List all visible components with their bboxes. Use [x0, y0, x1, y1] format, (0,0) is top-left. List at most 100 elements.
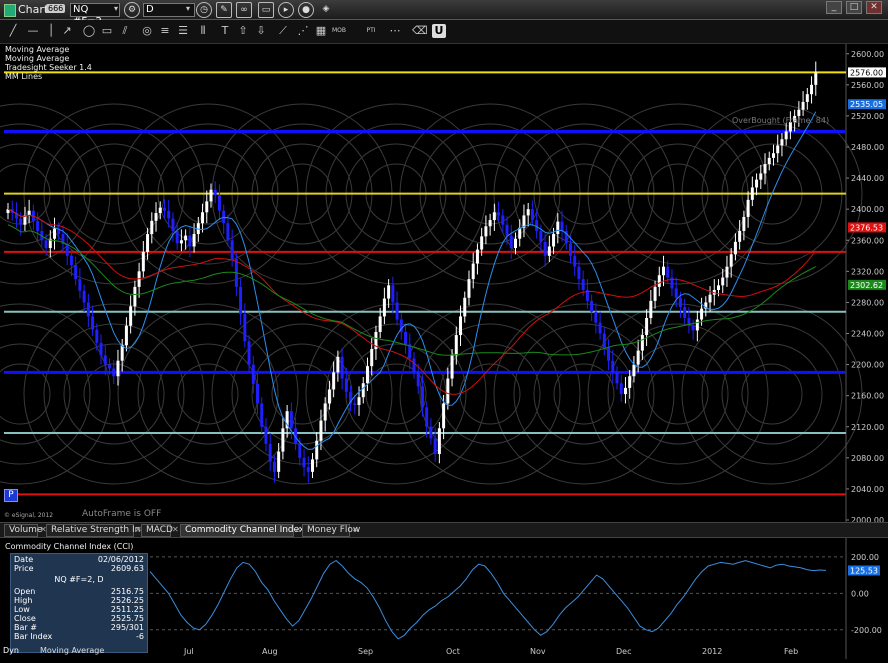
candle-body	[243, 314, 247, 342]
grid-icon[interactable]: ☰	[176, 24, 190, 38]
tab-volume[interactable]: Volume	[4, 524, 42, 537]
price-chart[interactable]: 2000.00 2040.00 2080.00 2120.00 2160.00 2200.…	[0, 44, 888, 525]
interval-dropdown-icon[interactable]: ▾	[186, 4, 190, 13]
candle-body	[162, 207, 166, 211]
window-link-icon[interactable]: ▭	[258, 2, 274, 18]
symbol-input[interactable]: NQ #F=2	[70, 3, 120, 27]
candle-body	[645, 317, 649, 336]
table-icon[interactable]: ▦	[314, 24, 328, 38]
record-icon[interactable]: ●	[298, 2, 314, 18]
symbol-dropdown-icon[interactable]: ▾	[114, 4, 118, 13]
eraser-icon[interactable]: ⌫	[412, 24, 428, 38]
y-tick-label: 2360.00	[851, 236, 884, 245]
close-button[interactable]: ✕	[866, 1, 882, 14]
tab-close-icon[interactable]: ✕	[172, 525, 180, 535]
interval-clock-icon[interactable]: ◷	[196, 2, 212, 18]
candle-body	[509, 235, 513, 249]
cycle-icon[interactable]: ⦀	[196, 24, 210, 38]
circle-icon[interactable]: ◎	[140, 24, 154, 38]
studies-legend: Moving Average Moving Average Tradesight…	[5, 45, 92, 81]
candle-body	[91, 316, 95, 330]
minimize-button[interactable]: _	[826, 1, 842, 14]
candle-body	[725, 266, 729, 278]
candle-body	[327, 389, 331, 404]
maximize-button[interactable]: □	[846, 1, 862, 14]
tab-close-icon[interactable]: ✕	[352, 525, 360, 535]
legend-item[interactable]: Tradesight Seeker 1.4	[5, 63, 92, 72]
arrow-down-icon[interactable]: ⇩	[254, 24, 268, 38]
pti-icon[interactable]: PTI	[364, 24, 378, 38]
candle-body	[146, 234, 150, 252]
tab-macd[interactable]: MACD	[141, 524, 173, 537]
close-value: 2525.75	[110, 614, 144, 623]
candle-body	[733, 241, 737, 255]
candle-body	[188, 235, 192, 247]
price-value: 2609.63	[110, 564, 144, 573]
candle-body	[437, 428, 441, 454]
candle-body	[53, 228, 57, 239]
tab-money-flow[interactable]: Money Flow	[302, 524, 360, 537]
draw-pencil-icon[interactable]: ✎	[216, 2, 232, 18]
fib-icon[interactable]: ≡	[158, 24, 172, 38]
legend-item[interactable]: MM Lines	[5, 72, 92, 81]
ellipse-icon[interactable]: ◯	[82, 24, 96, 38]
text-icon[interactable]: T	[218, 24, 232, 38]
candle-body	[429, 426, 433, 439]
u-icon[interactable]: U	[432, 24, 446, 38]
candle-body	[201, 212, 205, 224]
mob-icon[interactable]: MOB	[330, 24, 348, 38]
fan-icon[interactable]: ⋰	[296, 24, 310, 38]
y-tick-label: 2080.00	[851, 454, 884, 463]
candle-body	[272, 461, 276, 472]
symbol-settings-icon[interactable]: ⚙	[124, 2, 140, 18]
p-button[interactable]: P	[4, 489, 18, 502]
tag-icon[interactable]: ◈	[318, 2, 334, 18]
candle-body	[370, 349, 374, 367]
legend-item[interactable]: Moving Average	[5, 54, 92, 63]
candle-body	[78, 279, 82, 291]
price-label-text: 2535.05	[850, 100, 883, 109]
x-tick-label: Jul	[183, 647, 194, 656]
bar-index-label: Bar Index	[14, 632, 53, 641]
data-window[interactable]: Date 02/06/2012 Price 2609.63 NQ #F=2, D O…	[10, 553, 148, 653]
play-icon[interactable]: ▸	[278, 2, 294, 18]
cycle-circle	[419, 323, 561, 465]
arrow-up-icon[interactable]: ⇧	[236, 24, 250, 38]
candle-body	[179, 240, 183, 244]
y-tick-label: 2120.00	[851, 423, 884, 432]
tab-rsi[interactable]: Relative Strength Index	[46, 524, 157, 537]
candle-body	[19, 218, 23, 225]
trend-icon[interactable]: ⟋	[276, 24, 290, 38]
open-value: 2516.75	[110, 587, 144, 596]
candle-body	[281, 428, 285, 452]
candle-body	[759, 173, 763, 180]
candle-body	[306, 467, 310, 472]
candle-body	[433, 438, 437, 454]
ray-icon[interactable]: │	[44, 24, 58, 38]
line-icon[interactable]: —	[26, 24, 40, 38]
candle-body	[653, 286, 657, 301]
candle-body	[175, 230, 179, 244]
candle-body	[112, 368, 116, 377]
channel-icon[interactable]: ⫽	[118, 24, 132, 38]
link-chain-icon[interactable]: ∞	[236, 2, 252, 18]
price-label-text: 2376.53	[850, 223, 883, 232]
legend-item[interactable]: Moving Average	[5, 45, 92, 54]
arrow-ray-icon[interactable]: ↗	[60, 24, 74, 38]
cursor-icon[interactable]: ╱	[6, 24, 20, 38]
rect-icon[interactable]: ▭	[100, 24, 114, 38]
link-icon[interactable]: ⋯	[388, 24, 402, 38]
cci-line	[149, 559, 827, 640]
drawing-toolbar: ╱ — │ ↗ ◯ ▭ ⫽ ◎ ≡ ☰ ⦀ T ⇧ ⇩ ⟋ ⋰ ▦ MOB PT…	[0, 20, 888, 44]
cci-value-text: 125.53	[850, 566, 878, 575]
candle-body	[74, 265, 78, 280]
candle-body	[573, 255, 577, 267]
footer-dyn[interactable]: Dyn	[3, 646, 19, 655]
candle-body	[86, 302, 90, 317]
candle-body	[763, 164, 767, 174]
candle-body	[459, 316, 463, 336]
tab-cci[interactable]: Commodity Channel Index (CCI)	[180, 524, 329, 537]
candle-body	[230, 240, 234, 259]
candle-body	[103, 355, 107, 365]
candle-body	[264, 426, 268, 444]
